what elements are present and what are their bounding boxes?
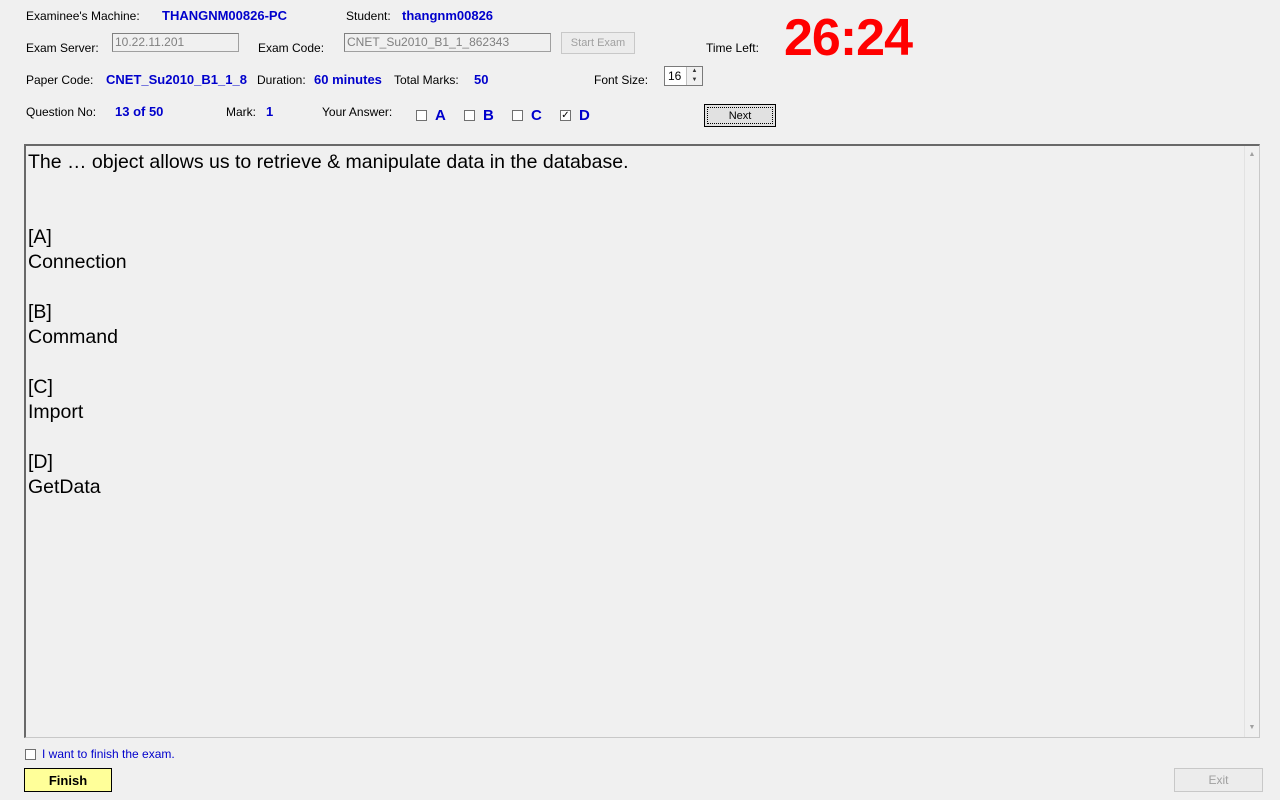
- your-answer-label: Your Answer:: [322, 105, 393, 119]
- student-label: Student:: [346, 9, 391, 23]
- examinee-machine-label: Examinee's Machine:: [26, 9, 140, 23]
- question-text: The … object allows us to retrieve & man…: [28, 151, 629, 498]
- finish-button[interactable]: Finish: [24, 768, 112, 792]
- exam-server-field: 10.22.11.201: [112, 33, 239, 52]
- exam-code-label: Exam Code:: [258, 41, 325, 55]
- total-marks-label: Total Marks:: [394, 73, 459, 87]
- answer-checkbox-d[interactable]: ✓: [560, 110, 571, 121]
- time-left-timer: 26:24: [784, 9, 913, 67]
- mark-value: 1: [266, 104, 274, 119]
- paper-code-label: Paper Code:: [26, 73, 94, 87]
- font-size-stepper-buttons: ▲ ▼: [686, 67, 702, 85]
- student-value: thangnm00826: [402, 8, 494, 23]
- answer-label-b[interactable]: B: [483, 107, 494, 124]
- paper-code-value: CNET_Su2010_B1_1_8: [106, 72, 247, 87]
- duration-value: 60 minutes: [314, 72, 382, 87]
- mark-label: Mark:: [226, 105, 256, 119]
- answer-checkbox-a[interactable]: [416, 110, 427, 121]
- time-left-label: Time Left:: [706, 41, 759, 55]
- answer-checkbox-c[interactable]: [512, 110, 523, 121]
- font-size-value[interactable]: 16: [668, 69, 681, 83]
- finish-exam-checkbox-label[interactable]: I want to finish the exam.: [42, 747, 175, 761]
- answer-checkbox-b[interactable]: [464, 110, 475, 121]
- next-button[interactable]: Next: [704, 104, 776, 127]
- question-no-label: Question No:: [26, 105, 97, 119]
- total-marks-value: 50: [474, 72, 489, 87]
- start-exam-button[interactable]: Start Exam: [561, 32, 635, 54]
- question-no-value: 13 of 50: [115, 104, 164, 119]
- font-size-label: Font Size:: [594, 73, 649, 87]
- spin-down-icon[interactable]: ▼: [687, 76, 702, 85]
- font-size-stepper[interactable]: 16 ▲ ▼: [664, 66, 703, 86]
- examinee-machine-value: THANGNM00826-PC: [162, 8, 287, 23]
- question-scrollbar[interactable]: ▲ ▼: [1244, 146, 1259, 737]
- answer-label-a[interactable]: A: [435, 107, 446, 124]
- spin-up-icon[interactable]: ▲: [687, 67, 702, 76]
- exam-code-field: CNET_Su2010_B1_1_862343: [344, 33, 551, 52]
- exit-button[interactable]: Exit: [1174, 768, 1263, 792]
- duration-label: Duration:: [257, 73, 306, 87]
- answer-label-c[interactable]: C: [531, 107, 542, 124]
- finish-exam-checkbox[interactable]: [25, 749, 36, 760]
- exam-server-label: Exam Server:: [26, 41, 99, 55]
- scroll-down-arrow-icon[interactable]: ▼: [1245, 721, 1259, 735]
- scroll-up-arrow-icon[interactable]: ▲: [1245, 148, 1259, 162]
- answer-label-d[interactable]: D: [579, 107, 590, 124]
- question-panel[interactable]: The … object allows us to retrieve & man…: [24, 144, 1260, 738]
